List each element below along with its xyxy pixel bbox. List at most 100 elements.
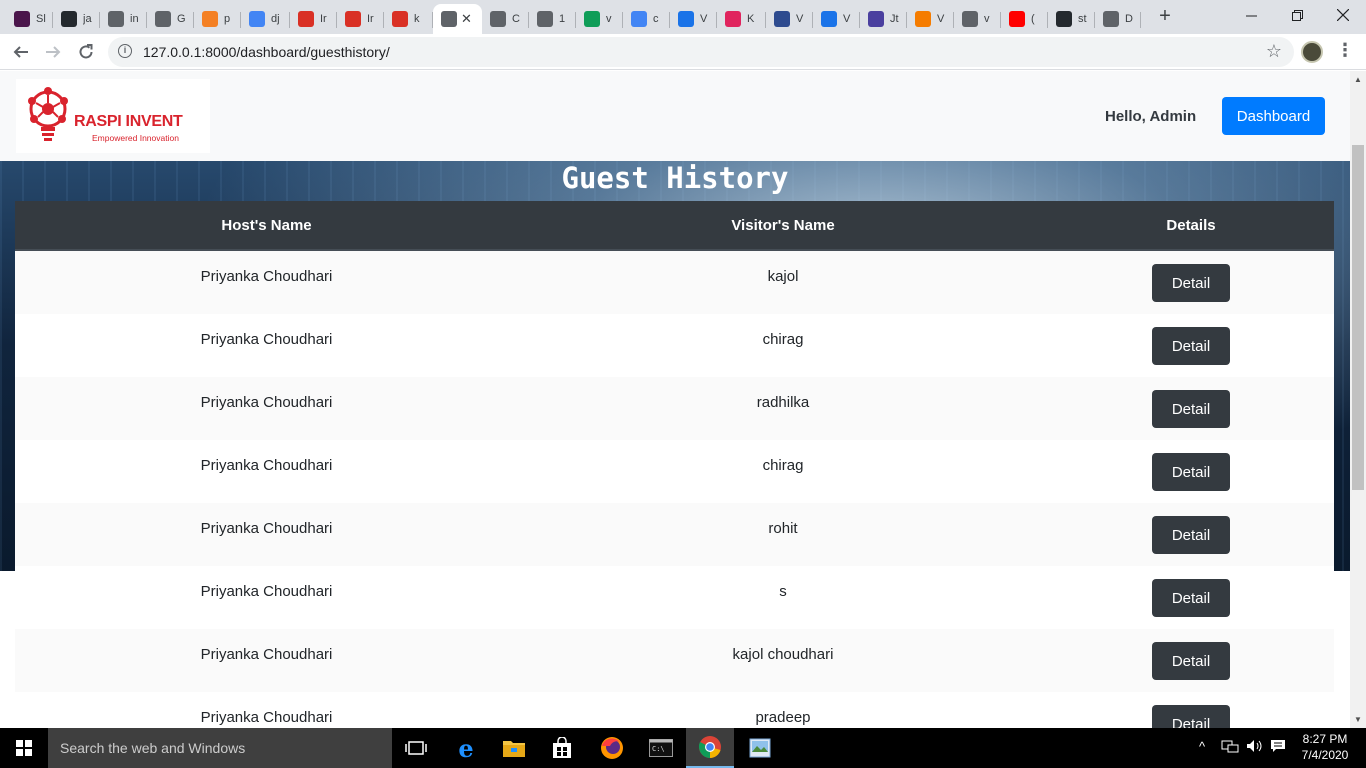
volume-icon[interactable] [1246, 739, 1264, 756]
browser-tab[interactable]: Sl [6, 4, 53, 34]
tab-separator [289, 12, 290, 28]
bookmark-star-icon[interactable]: ☆ [1266, 41, 1282, 62]
site-info-icon[interactable]: i [118, 44, 132, 58]
restore-button[interactable] [1274, 0, 1320, 30]
browser-tab[interactable]: v [954, 4, 1001, 34]
detail-button[interactable]: Detail [1152, 390, 1230, 428]
close-tab-icon[interactable]: ✕ [461, 11, 472, 27]
file-explorer-taskbar-button[interactable] [490, 728, 538, 768]
browser-tab[interactable]: V [670, 4, 717, 34]
edge-icon: e [458, 733, 474, 763]
detail-button[interactable]: Detail [1152, 705, 1230, 728]
taskbar-search[interactable]: Search the web and Windows [48, 728, 392, 768]
table-row: Priyanka Choudhari kajol Detail [15, 251, 1334, 314]
github-icon [1056, 11, 1072, 27]
network-icon[interactable] [1221, 739, 1239, 756]
paint-taskbar-button[interactable] [736, 728, 784, 768]
restore-icon [1291, 9, 1303, 21]
dashboard-button[interactable]: Dashboard [1222, 97, 1325, 135]
tab-separator [383, 12, 384, 28]
detail-button[interactable]: Detail [1152, 453, 1230, 491]
firefox-taskbar-button[interactable] [588, 728, 636, 768]
tab-title: in [130, 13, 139, 25]
column-header-details: Details [1166, 216, 1216, 234]
browser-tab[interactable]: ja [53, 4, 100, 34]
detail-button[interactable]: Detail [1152, 327, 1230, 365]
address-bar[interactable]: i 127.0.0.1:8000/dashboard/guesthistory/… [108, 37, 1294, 67]
tab-title: ja [83, 13, 92, 25]
image-viewer-icon [749, 738, 771, 758]
globe-icon [1103, 11, 1119, 27]
detail-button[interactable]: Detail [1152, 516, 1230, 554]
raspi-invent-logo[interactable]: RASPI INVENT Empowered Innovation [16, 79, 210, 153]
browser-tab[interactable]: st [1048, 4, 1095, 34]
browser-tab[interactable]: Ir [290, 4, 337, 34]
browser-tab[interactable]: c [623, 4, 670, 34]
system-clock[interactable]: 8:27 PM 7/4/2020 [1290, 731, 1360, 763]
tab-separator [906, 12, 907, 28]
browser-tab[interactable]: G [147, 4, 194, 34]
speaker-icon [1247, 740, 1262, 752]
url-text[interactable]: 127.0.0.1:8000/dashboard/guesthistory/ [143, 44, 390, 60]
back-button[interactable] [9, 40, 33, 64]
tab-title: ( [1031, 13, 1035, 25]
browser-tab[interactable]: dj [241, 4, 290, 34]
browser-tab[interactable]: Jt [860, 4, 907, 34]
start-button[interactable] [0, 728, 48, 768]
browser-tab[interactable]: C [482, 4, 529, 34]
scroll-down-icon[interactable]: ▼ [1354, 715, 1362, 724]
browser-tab[interactable]: ( [1001, 4, 1048, 34]
minimize-button[interactable] [1228, 0, 1274, 30]
edge-taskbar-button[interactable]: e [442, 728, 490, 768]
task-view-button[interactable] [392, 728, 440, 768]
close-icon [1337, 9, 1349, 21]
close-window-button[interactable] [1320, 0, 1366, 30]
browser-tab[interactable]: k [384, 4, 433, 34]
chrome-taskbar-button[interactable] [686, 728, 734, 768]
detail-button[interactable]: Detail [1152, 642, 1230, 680]
new-tab-button[interactable]: + [1155, 6, 1175, 26]
google-icon [249, 11, 265, 27]
scrollbar-thumb[interactable] [1352, 145, 1364, 490]
browser-menu-icon[interactable]: ⋮ [1336, 40, 1354, 61]
browser-tab[interactable]: V [813, 4, 860, 34]
tab-separator [1094, 12, 1095, 28]
browser-tab[interactable]: Ir [337, 4, 384, 34]
browser-tab[interactable]: 1 [529, 4, 576, 34]
browser-tab[interactable]: V [907, 4, 954, 34]
tab-title: dj [271, 13, 280, 25]
tab-separator [716, 12, 717, 28]
show-hidden-icons[interactable]: ^ [1199, 739, 1205, 754]
browser-tab[interactable]: v [576, 4, 623, 34]
visitor-name-cell: chirag [762, 457, 804, 474]
detail-button[interactable]: Detail [1152, 264, 1230, 302]
page-scrollbar[interactable]: ▲ ▼ [1350, 71, 1366, 728]
terminal-taskbar-button[interactable]: C:\ [637, 728, 685, 768]
chrome-icon [698, 736, 721, 758]
table-row: Priyanka Choudhari chirag Detail [15, 440, 1334, 503]
tab-separator [622, 12, 623, 28]
host-name-cell: Priyanka Choudhari [200, 646, 333, 663]
forward-button[interactable] [41, 40, 65, 64]
browser-tab[interactable]: in [100, 4, 147, 34]
browser-toolbar: i 127.0.0.1:8000/dashboard/guesthistory/… [0, 34, 1366, 70]
action-center-icon[interactable] [1270, 739, 1286, 756]
scroll-up-icon[interactable]: ▲ [1354, 75, 1362, 84]
profile-avatar[interactable] [1301, 41, 1323, 63]
store-bag-icon [553, 737, 571, 758]
reload-button[interactable] [74, 40, 98, 64]
page-viewport: RASPI INVENT Empowered Innovation Hello,… [0, 71, 1350, 728]
tab-title: Ir [320, 13, 327, 25]
task-view-icon [405, 741, 427, 755]
store-taskbar-button[interactable] [538, 728, 586, 768]
detail-button[interactable]: Detail [1152, 579, 1230, 617]
tab-title: 1 [559, 13, 566, 25]
tab-separator [432, 12, 433, 28]
browser-tab[interactable]: D [1095, 4, 1141, 34]
tab-separator [336, 12, 337, 28]
browser-tab[interactable]: p [194, 4, 241, 34]
browser-tab[interactable]: K [717, 4, 766, 34]
browser-tab[interactable]: ✕ [433, 4, 482, 34]
details-cell: Detail [1048, 251, 1334, 302]
browser-tab[interactable]: V [766, 4, 813, 34]
